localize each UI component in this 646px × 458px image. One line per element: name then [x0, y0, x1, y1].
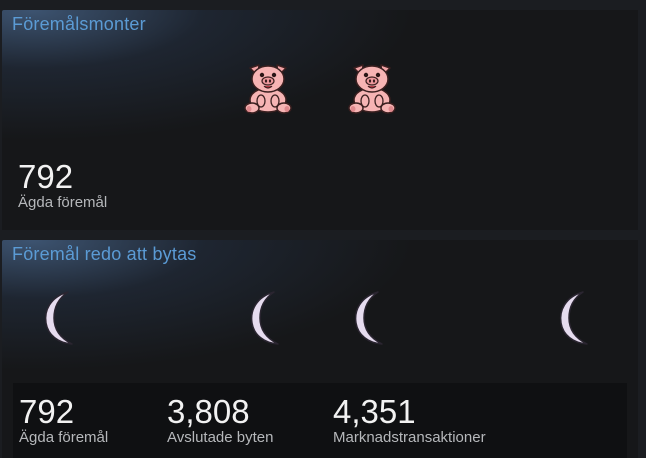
market-transactions-value: 4,351	[333, 393, 416, 430]
pig-sticker-icon[interactable]	[344, 59, 400, 115]
trade-showcase: Föremål redo att bytas 792 Ägda föremål …	[2, 240, 638, 458]
pig-sticker-icon[interactable]	[240, 59, 296, 115]
item-showcase: Föremålsmonter 792 Ägda föremål	[2, 10, 638, 230]
owned-items-value: 792	[18, 158, 74, 195]
trade-stats-bar: 792 Ägda föremål 3,808 Avslutade byten 4…	[13, 383, 627, 458]
trade-showcase-title: Föremål redo att bytas	[12, 244, 197, 264]
crescent-moon-icon[interactable]	[553, 289, 597, 347]
profile-showcases: Föremålsmonter 792 Ägda föremål Föremål …	[0, 0, 646, 458]
completed-trades-value: 3,808	[167, 393, 250, 430]
owned-items-stat: 792 Ägda föremål	[18, 160, 107, 212]
owned-items-stat: 792 Ägda föremål	[19, 395, 108, 447]
owned-items-label: Ägda föremål	[19, 429, 109, 446]
owned-items-label: Ägda föremål	[18, 194, 108, 211]
market-transactions-stat: 4,351 Marknadstransaktioner	[333, 395, 486, 447]
completed-trades-label: Avslutade byten	[167, 429, 274, 446]
crescent-moon-icon[interactable]	[244, 289, 288, 347]
crescent-moon-icon[interactable]	[348, 289, 392, 347]
completed-trades-stat: 3,808 Avslutade byten	[167, 395, 273, 447]
crescent-moon-icon[interactable]	[38, 289, 82, 347]
market-transactions-label: Marknadstransaktioner	[333, 429, 486, 446]
owned-items-value: 792	[19, 393, 75, 430]
item-showcase-title: Föremålsmonter	[12, 14, 146, 34]
